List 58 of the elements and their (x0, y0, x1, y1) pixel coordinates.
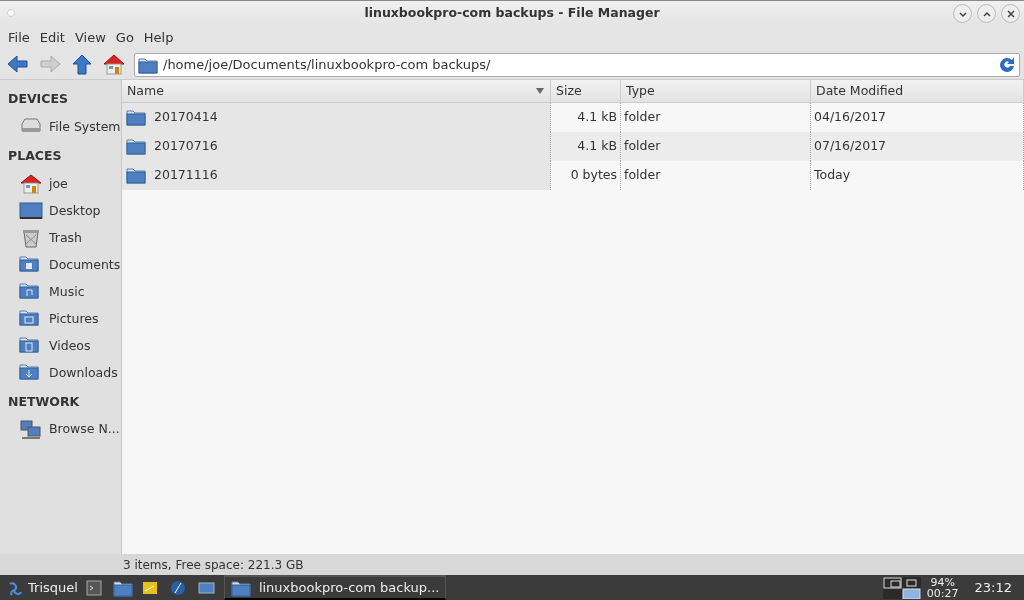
sidebar-item[interactable]: Videos (0, 332, 121, 360)
table-cell: folder (621, 132, 811, 161)
sidebar-item[interactable]: Trash (0, 224, 121, 252)
sidebar-item[interactable]: File System (0, 113, 121, 141)
window-menu-dot[interactable] (7, 9, 15, 17)
table-cell: 07/16/2017 (811, 132, 1024, 161)
status-text: 3 items, Free space: 221.3 GB (123, 556, 304, 574)
location-bar[interactable]: /home/joe/Documents/linuxbookpro-com backups/ (134, 52, 1020, 77)
battery-percent: 94% (929, 576, 956, 588)
close-icon (1004, 7, 1017, 20)
home-icon (102, 53, 126, 76)
maximize-button[interactable] (977, 4, 996, 23)
reload-icon[interactable] (998, 55, 1016, 74)
up-arrow-icon (70, 53, 94, 76)
minimize-button[interactable] (953, 4, 972, 23)
table-cell: 4.1 kB (551, 132, 621, 161)
table-cell: folder (621, 103, 811, 132)
folder-icon[interactable] (112, 578, 133, 597)
sidebar-heading: DEVICES (7, 90, 69, 108)
menu-item[interactable]: Go (110, 27, 139, 48)
window-title: linuxbookpro-com backups - File Manager (364, 3, 660, 22)
file-name[interactable]: 20171116 (154, 166, 218, 185)
taskbar-window-button[interactable]: linuxbookpro-com backup... (223, 575, 447, 600)
file-name[interactable]: 20170716 (154, 137, 218, 156)
sidebar-heading: NETWORK (7, 392, 81, 411)
sidebar-item[interactable]: Desktop (0, 197, 121, 225)
column-header[interactable]: Date Modified (811, 80, 1024, 103)
network-computers-icon (19, 418, 43, 441)
home-icon (19, 173, 43, 195)
sidebar-item[interactable]: Browse N... (0, 416, 121, 444)
table-cell: folder (621, 161, 811, 190)
start-menu-button[interactable]: Trisquel (6, 577, 78, 598)
sidebar-item[interactable]: Music (0, 278, 121, 306)
battery-time: 00:27 (926, 587, 959, 599)
table-cell: 04/16/2017 (811, 103, 1024, 132)
file-name[interactable]: 20170414 (154, 108, 218, 127)
workspace-pager-icon[interactable] (882, 576, 921, 599)
menu-item[interactable]: Help (138, 27, 179, 48)
sidebar-heading: PLACES (7, 146, 63, 165)
close-button[interactable] (1001, 4, 1020, 23)
terminal-icon[interactable] (84, 578, 105, 597)
column-header[interactable]: Size (551, 80, 621, 103)
menu-item[interactable]: Edit (34, 27, 70, 48)
table-cell: Today (811, 161, 1024, 190)
sidebar-item[interactable]: Downloads (0, 359, 121, 387)
sidebar-item[interactable]: Documents (0, 251, 121, 279)
folder-icon (230, 578, 253, 597)
back-arrow-icon (6, 53, 30, 76)
menu-item[interactable]: View (69, 27, 111, 48)
clock: 23:12 (974, 578, 1012, 597)
sidebar-item[interactable]: joe (0, 170, 121, 198)
folder-icon (138, 55, 158, 74)
desktop-icon (19, 200, 43, 222)
sort-arrow-icon (535, 87, 545, 95)
menu-item[interactable]: File (3, 27, 35, 48)
column-header[interactable]: Type (621, 80, 811, 103)
sidebar-item[interactable]: Pictures (0, 305, 121, 333)
column-header[interactable]: Name (122, 80, 551, 103)
